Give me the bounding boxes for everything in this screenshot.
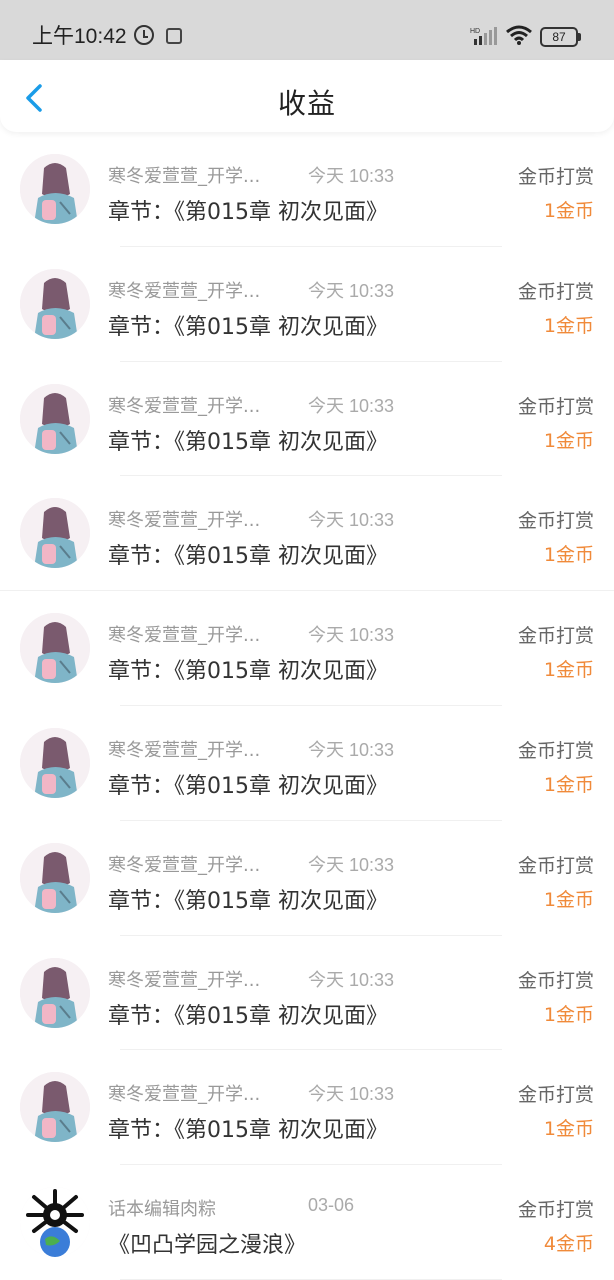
- sender-name: 话本编辑肉粽: [108, 1199, 216, 1221]
- chapter-title: 章节：《第015章 初次见面》: [108, 544, 388, 570]
- list-item[interactable]: 寒冬爱萱萱_开学... 今天 10:33 金币打赏章节：《第015章 初次见面》 1金…: [0, 247, 614, 362]
- avatar[interactable]: [20, 957, 90, 1028]
- reward-amount: 1金币: [543, 544, 594, 567]
- chapter-title: 章节：《第015章 初次见面》: [108, 314, 388, 340]
- svg-text:HD: HD: [470, 28, 480, 35]
- list-item[interactable]: 寒冬爱萱萱_开学... 今天 10:33 金币打赏章节：《第015章 初次见面》 1金…: [0, 132, 614, 247]
- earnings-list: 寒冬爱萱萱_开学... 今天 10:33 金币打赏 章节：《第015章 初次见面》 1金…: [0, 132, 614, 1280]
- list-item[interactable]: 寒冬爱萱萱_开学... 今天 10:33 金币打赏章节：《第015章 初次见面》 1金…: [0, 936, 614, 1051]
- reward-type: 金币打赏: [517, 1084, 594, 1107]
- sender-name: 寒冬爱萱萱_开学...: [108, 739, 261, 761]
- sender-name: 寒冬爱萱萱_开学...: [108, 166, 261, 187]
- reward-amount: 4金币: [543, 1233, 594, 1256]
- list-item[interactable]: 寒冬爱萱萱_开学... 今天 10:33 金币打赏章节：《第015章 初次见面》 1金…: [0, 476, 614, 592]
- status-bar: 上午10:42 HD 87: [0, 0, 614, 60]
- list-item[interactable]: 寒冬爱萱萱_开学... 今天 10:33 金币打赏章节：《第015章 初次见面》 1金…: [0, 362, 614, 477]
- reward-amount: 1金币: [543, 200, 594, 222]
- sender-name: 寒冬爱萱萱_开学...: [108, 1084, 261, 1106]
- reward-amount: 1金币: [543, 314, 594, 337]
- reward-amount: 1金币: [543, 1118, 594, 1141]
- avatar[interactable]: [20, 383, 90, 454]
- signal-icon: HD: [470, 27, 497, 45]
- chapter-title: 章节：《第015章 初次见面》: [108, 888, 388, 914]
- sender-name: 寒冬爱萱萱_开学...: [108, 969, 261, 991]
- sender-name: 寒冬爱萱萱_开学...: [108, 280, 261, 302]
- avatar[interactable]: [20, 154, 90, 224]
- reward-type: 金币打赏: [517, 739, 594, 762]
- status-time: 上午10:42: [32, 25, 127, 48]
- chapter-title: 章节：《第015章 初次见面》: [108, 773, 388, 799]
- reward-type: 金币打赏: [517, 510, 594, 533]
- page-title: 收益: [277, 87, 336, 120]
- list-item[interactable]: 寒冬爱萱萱_开学... 今天 10:33 金币打赏章节：《第015章 初次见面》 1金…: [0, 1050, 614, 1166]
- chapter-title: 章节：《第015章 初次见面》: [108, 429, 388, 455]
- alarm-icon: [134, 25, 154, 45]
- reward-type: 金币打赏: [517, 280, 594, 303]
- timestamp: 今天 10:33: [308, 1084, 395, 1105]
- timestamp: 今天 10:33: [308, 280, 395, 301]
- notification-icon: [166, 28, 182, 44]
- sender-name: 寒冬爱萱萱_开学...: [108, 625, 261, 647]
- sender-name: 寒冬爱萱萱_开学...: [108, 395, 261, 417]
- avatar[interactable]: [20, 613, 90, 684]
- avatar[interactable]: [20, 727, 90, 798]
- timestamp: 今天 10:33: [308, 739, 395, 760]
- avatar[interactable]: [20, 1187, 90, 1258]
- list-item[interactable]: 寒冬爱萱萱_开学... 今天 10:33 金币打赏章节：《第015章 初次见面》 1金…: [0, 591, 614, 706]
- reward-amount: 1金币: [543, 659, 594, 682]
- wifi-icon: [506, 25, 532, 45]
- list-item[interactable]: 寒冬爱萱萱_开学... 今天 10:33 金币打赏章节：《第015章 初次见面》 1金…: [0, 821, 614, 936]
- timestamp: 今天 10:33: [308, 166, 395, 186]
- sender-name: 寒冬爱萱萱_开学...: [108, 854, 261, 876]
- reward-type: 金币打赏: [517, 854, 594, 877]
- reward-amount: 1金币: [543, 773, 594, 796]
- timestamp: 今天 10:33: [308, 625, 395, 646]
- timestamp: 今天 10:33: [308, 395, 395, 416]
- timestamp: 今天 10:33: [308, 854, 395, 875]
- timestamp: 03-06: [308, 1195, 355, 1216]
- list-item[interactable]: 话本编辑肉粽 03-06 金币打赏《凹凸学园之漫浪》 4金币: [0, 1165, 614, 1280]
- reward-type: 金币打赏: [517, 166, 594, 188]
- chapter-title: 章节：《第015章 初次见面》: [108, 659, 388, 685]
- avatar[interactable]: [20, 1072, 90, 1143]
- reward-amount: 1金币: [543, 1003, 594, 1026]
- chapter-title: 章节：《第015章 初次见面》: [108, 1003, 388, 1029]
- chapter-title: 章节：《第015章 初次见面》: [108, 1118, 388, 1144]
- timestamp: 今天 10:33: [308, 510, 395, 531]
- avatar[interactable]: [20, 498, 90, 569]
- header: 收益: [0, 60, 614, 132]
- reward-amount: 1金币: [543, 888, 594, 911]
- reward-type: 金币打赏: [517, 395, 594, 418]
- reward-type: 金币打赏: [517, 969, 594, 992]
- sender-name: 寒冬爱萱萱_开学...: [108, 510, 261, 532]
- avatar[interactable]: [20, 842, 90, 913]
- battery-icon: 87: [540, 27, 581, 47]
- timestamp: 今天 10:33: [308, 969, 395, 990]
- reward-amount: 1金币: [543, 429, 594, 452]
- list-item[interactable]: 寒冬爱萱萱_开学... 今天 10:33 金币打赏章节：《第015章 初次见面》 1金…: [0, 706, 614, 821]
- chapter-title: 章节：《第015章 初次见面》: [108, 200, 388, 225]
- chapter-title: 《凹凸学园之漫浪》: [108, 1233, 307, 1259]
- reward-type: 金币打赏: [517, 625, 594, 648]
- reward-type: 金币打赏: [517, 1199, 594, 1222]
- avatar[interactable]: [20, 268, 90, 339]
